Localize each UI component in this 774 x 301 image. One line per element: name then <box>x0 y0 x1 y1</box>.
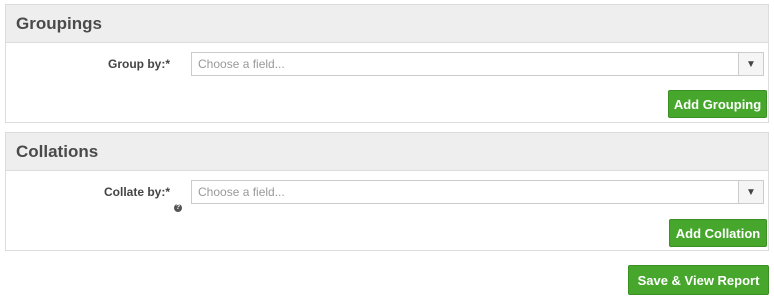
collations-panel: Collations Collate by:* ? Choose a field… <box>5 132 769 251</box>
collate-by-row: Collate by:* ? Choose a field... ▼ <box>6 180 768 212</box>
group-by-row: Group by:* Choose a field... ▼ <box>6 52 768 78</box>
group-by-label: Group by:* <box>108 57 170 71</box>
groupings-panel: Groupings Group by:* Choose a field... ▼… <box>5 4 769 123</box>
chevron-down-icon[interactable]: ▼ <box>738 53 763 75</box>
collate-by-select[interactable]: Choose a field... ▼ <box>191 180 764 204</box>
group-by-placeholder: Choose a field... <box>198 57 285 71</box>
collate-by-label: Collate by:* <box>103 185 170 199</box>
add-grouping-button[interactable]: Add Grouping <box>668 90 767 118</box>
add-collation-button[interactable]: Add Collation <box>669 219 767 247</box>
question-circle-icon[interactable]: ? <box>174 204 182 212</box>
group-by-select[interactable]: Choose a field... ▼ <box>191 52 764 76</box>
chevron-down-icon[interactable]: ▼ <box>738 181 763 203</box>
collate-by-placeholder: Choose a field... <box>198 185 285 199</box>
collations-title: Collations <box>6 133 768 171</box>
groupings-title: Groupings <box>6 5 768 43</box>
save-view-report-button[interactable]: Save & View Report <box>628 265 769 295</box>
